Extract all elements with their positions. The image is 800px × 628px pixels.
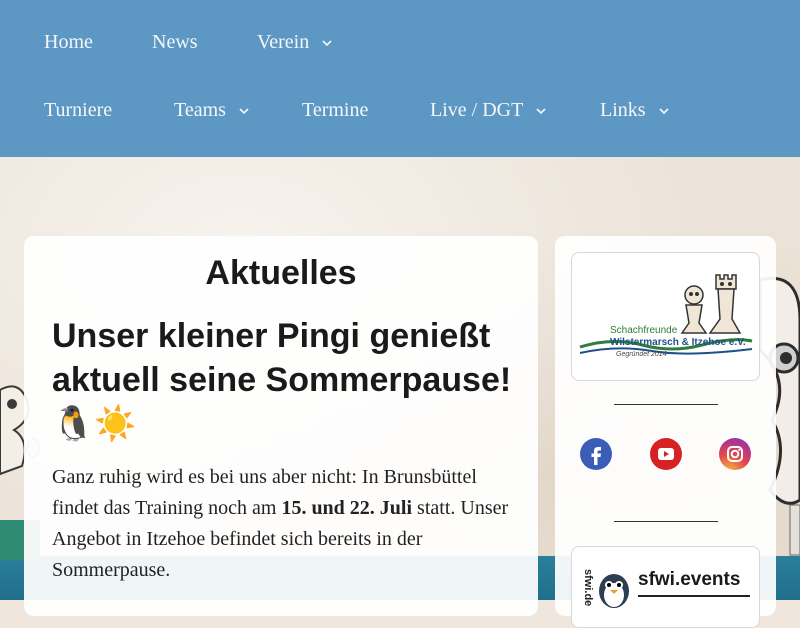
nav-item-label: News — [152, 31, 198, 53]
events-name: sfwi.events — [638, 569, 741, 590]
nav-item-termine[interactable]: Termine — [302, 99, 368, 122]
news-card: Aktuelles Unser kleiner Pingi genießt ak… — [24, 236, 538, 616]
instagram-link[interactable] — [719, 438, 751, 470]
nav-item-links[interactable]: Links — [600, 99, 670, 122]
nav-item-verein[interactable]: Verein — [257, 31, 333, 54]
nav-item-label: Home — [44, 31, 93, 53]
nav-item-turniere[interactable]: Turniere — [44, 99, 112, 122]
nav-item-label: Live / DGT — [430, 99, 524, 121]
logo-line-3: Gegründet 2014 — [616, 351, 667, 358]
youtube-link[interactable] — [650, 438, 682, 470]
nav-item-news[interactable]: News — [152, 31, 198, 54]
chevron-down-icon[interactable] — [535, 105, 547, 117]
chevron-down-icon[interactable] — [321, 37, 333, 49]
post-excerpt: Ganz ruhig wird es bei uns aber nicht: I… — [52, 462, 522, 586]
nav-item-label: Termine — [302, 99, 369, 121]
section-title: Aktuelles — [205, 254, 357, 292]
events-underline — [638, 595, 750, 597]
logo-line-2: Wilstermarsch & Itzehoe e.V. — [610, 337, 746, 348]
facebook-link[interactable] — [580, 438, 612, 470]
nav-item-label: Verein — [257, 31, 310, 53]
events-side-text: sfwi.de — [582, 569, 594, 607]
chevron-down-icon[interactable] — [238, 105, 250, 117]
chess-pieces-logo-icon — [579, 274, 753, 355]
club-logo[interactable]: Schachfreunde Wilstermarsch & Itzehoe e.… — [571, 252, 760, 381]
penguin-mascot-icon — [599, 574, 629, 608]
sidebar: Schachfreunde Wilstermarsch & Itzehoe e.… — [555, 236, 776, 628]
nav-item-live-dgt[interactable]: Live / DGT — [430, 99, 547, 122]
nav-item-label: Links — [600, 99, 646, 121]
nav-item-label: Turniere — [44, 99, 113, 121]
facebook-icon — [591, 447, 601, 465]
post-title-link[interactable]: Unser kleiner Pingi genießt aktuell sein… — [52, 314, 522, 446]
sidebar-divider — [614, 521, 718, 522]
chevron-down-icon[interactable] — [658, 105, 670, 117]
nav-item-home[interactable]: Home — [44, 31, 93, 54]
sidebar-divider — [614, 404, 718, 405]
youtube-icon — [658, 448, 674, 460]
instagram-icon — [727, 446, 743, 462]
main-navigation: Home News Verein Turniere Teams Termine … — [0, 0, 800, 157]
sfwi-events-banner[interactable]: sfwi.de sfwi.events — [571, 546, 760, 628]
post-excerpt-dates: 15. und 22. Juli — [281, 497, 413, 519]
nav-item-teams[interactable]: Teams — [174, 99, 250, 122]
logo-line-1: Schachfreunde — [610, 325, 678, 336]
nav-item-label: Teams — [174, 99, 226, 121]
